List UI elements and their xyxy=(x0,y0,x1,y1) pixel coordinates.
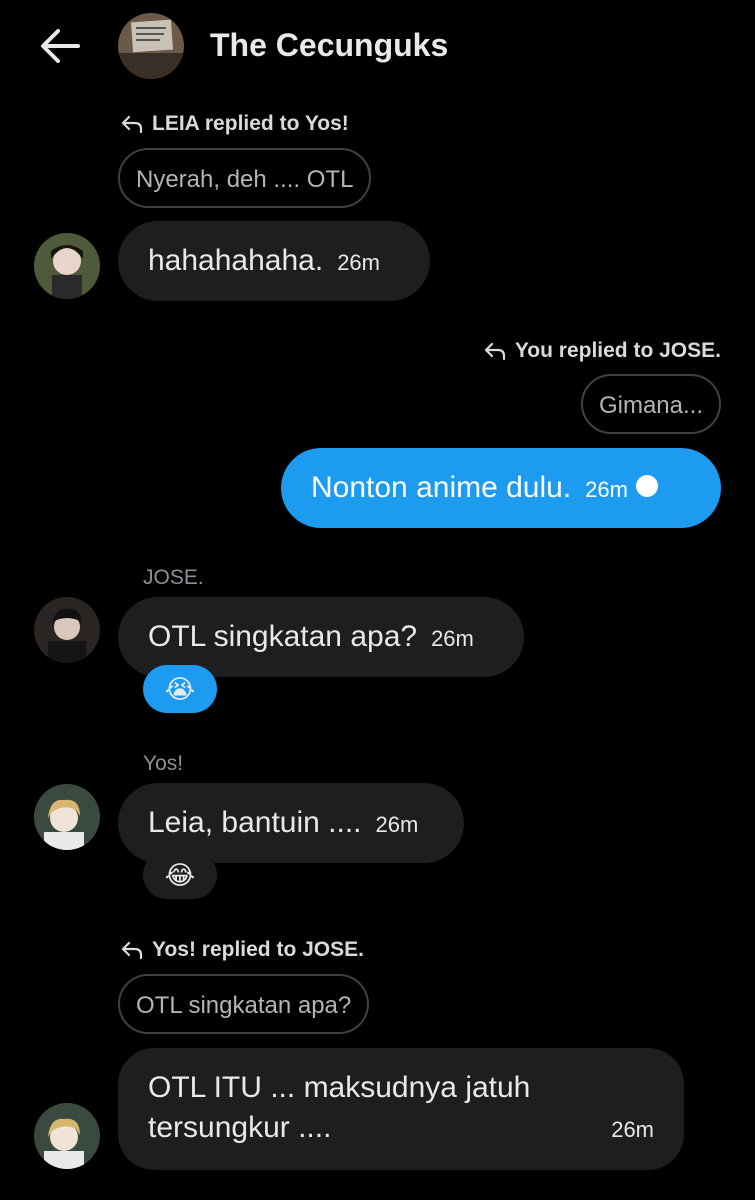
reply-arrow-icon xyxy=(121,115,143,134)
reply-context: LEIA replied to Yos! xyxy=(120,112,349,136)
reply-context-text: LEIA replied to Yos! xyxy=(152,112,349,135)
chat-title: The Cecunguks xyxy=(210,27,449,63)
message-time: 26m xyxy=(375,812,419,837)
group-avatar[interactable] xyxy=(118,13,184,79)
message-text: hahahahaha. xyxy=(148,244,324,277)
reply-context: You replied to JOSE. xyxy=(483,339,721,363)
message-text-line: OTL ITU ... maksudnya jatuh xyxy=(148,1071,531,1104)
avatar-jose[interactable] xyxy=(34,597,100,663)
avatar-yos[interactable] xyxy=(34,784,100,850)
back-button[interactable] xyxy=(38,26,80,66)
reply-context-text: You replied to JOSE. xyxy=(514,339,721,362)
avatar-yos[interactable] xyxy=(34,1103,100,1169)
reaction-laughing-emoji[interactable]: 😂 xyxy=(143,851,217,899)
reply-context: Yos! replied to JOSE. xyxy=(120,938,364,962)
message-bubble[interactable]: OTL ITU ... maksudnya jatuh tersungkur .… xyxy=(118,1048,684,1170)
message-bubble[interactable]: hahahahaha. 26m xyxy=(118,221,430,301)
sender-name: Yos! xyxy=(143,752,184,775)
message-bubble-own[interactable]: Nonton anime dulu. 26m xyxy=(281,448,721,528)
message-text-line: tersungkur .... xyxy=(148,1111,332,1144)
reply-context-text: Yos! replied to JOSE. xyxy=(152,938,364,961)
avatar-leia[interactable] xyxy=(34,233,100,299)
reaction-crying-emoji[interactable]: 😭 xyxy=(143,665,217,713)
sent-check-icon xyxy=(635,475,658,519)
sender-name: JOSE. xyxy=(143,566,204,589)
message-text: Leia, bantuin .... xyxy=(148,806,362,839)
arrow-left-icon xyxy=(41,29,80,63)
quoted-message[interactable]: Nyerah, deh .... OTL xyxy=(118,148,372,208)
message-time: 26m xyxy=(337,250,380,275)
message-text: OTL singkatan apa? xyxy=(148,620,418,653)
message-text: Nonton anime dulu. xyxy=(311,471,572,504)
message-time: 26m xyxy=(431,626,474,651)
reply-arrow-icon xyxy=(484,342,505,361)
quoted-message[interactable]: Gimana... xyxy=(580,374,721,434)
reply-arrow-icon xyxy=(121,941,143,960)
quoted-message[interactable]: OTL singkatan apa? xyxy=(118,974,370,1034)
message-time: 26m xyxy=(611,1117,654,1142)
message-time: 26m xyxy=(585,477,628,502)
